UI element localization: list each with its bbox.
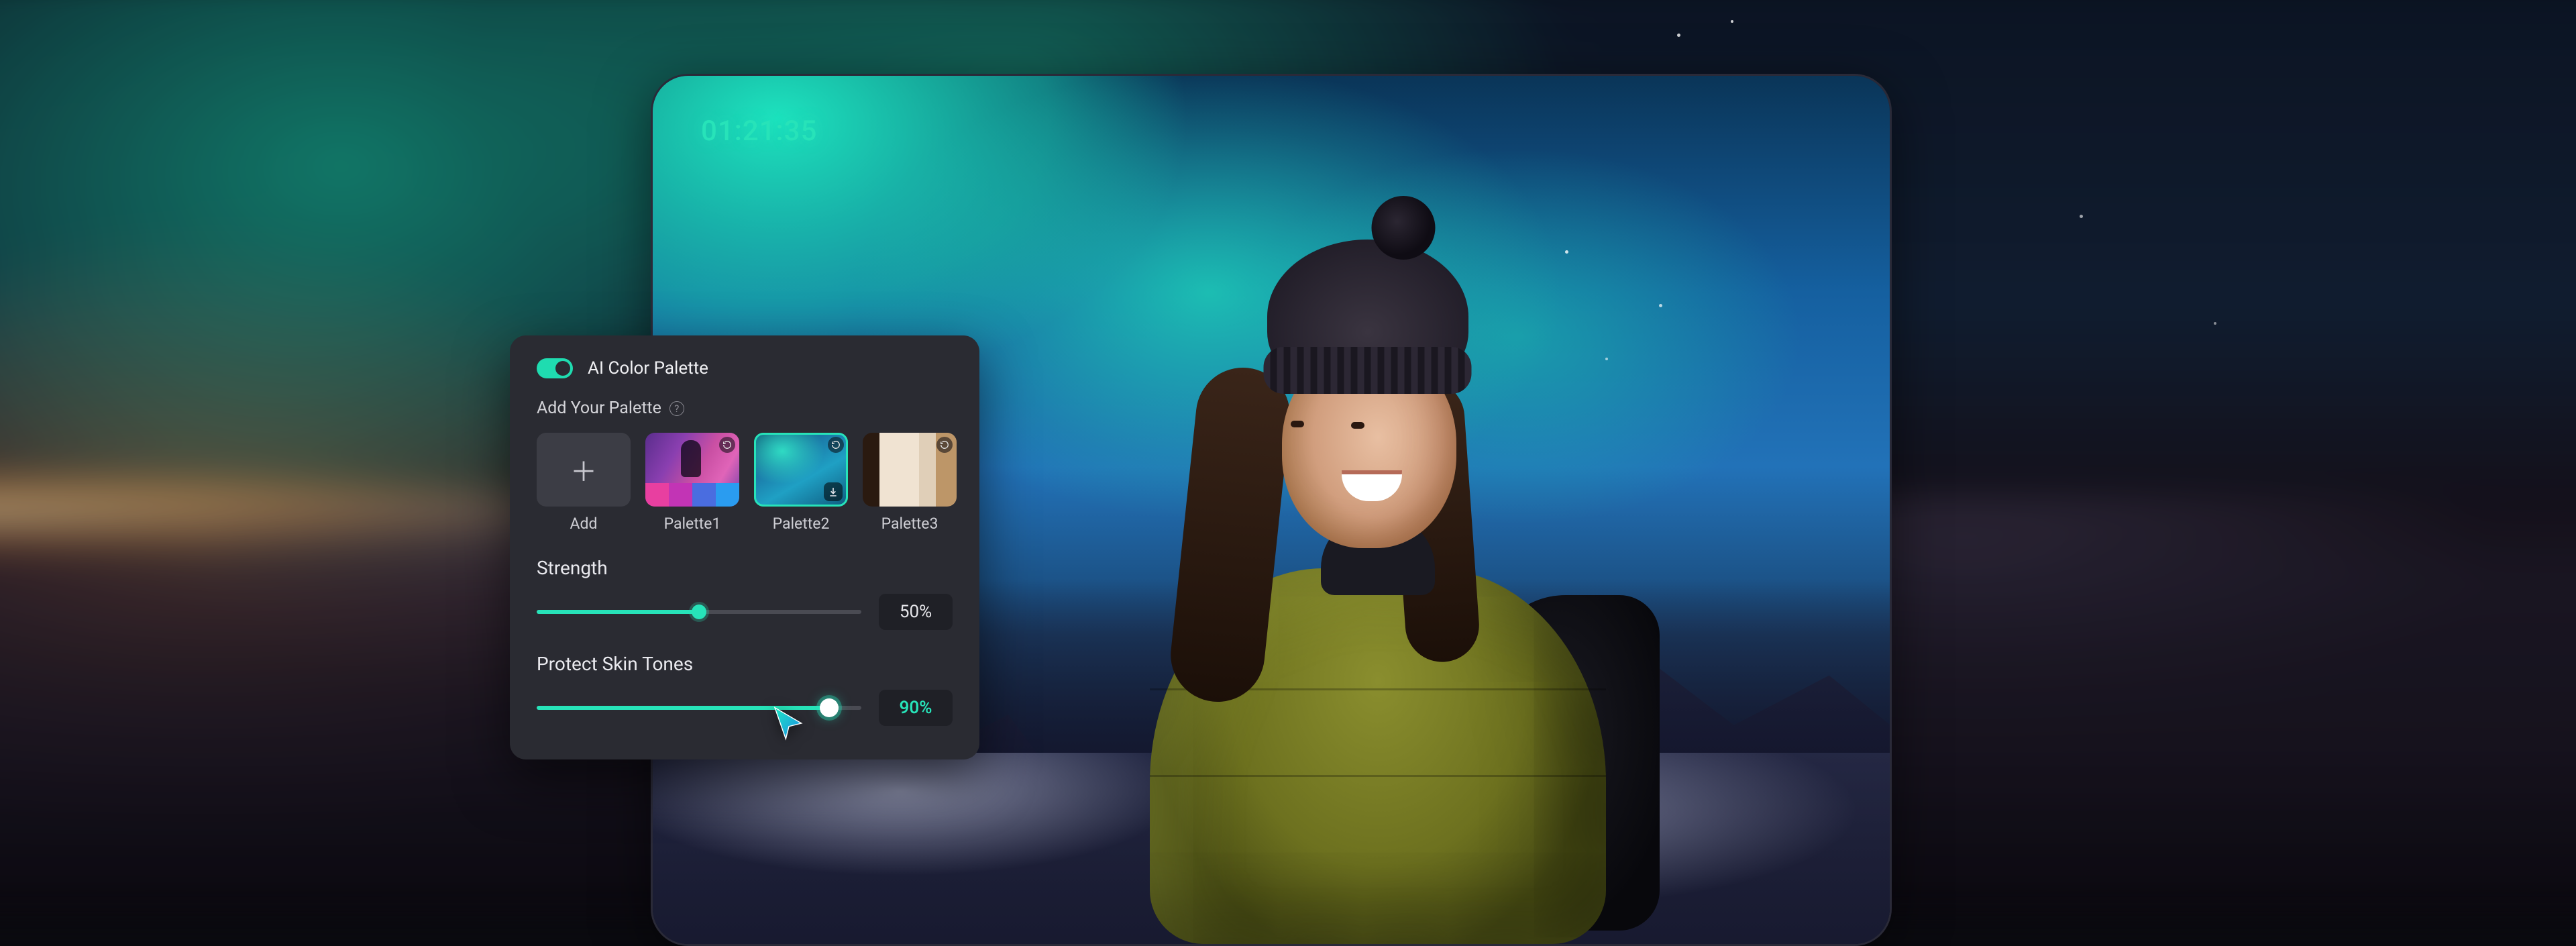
palette-row: ＋ Add Palette1 Palette2 — [537, 433, 953, 533]
palette-3-label: Palette3 — [881, 515, 938, 533]
star — [1605, 358, 1608, 360]
subject-person — [1123, 219, 1633, 944]
help-icon[interactable]: ? — [669, 401, 684, 416]
palette-card-2-selected[interactable]: Palette2 — [754, 433, 848, 533]
add-palette-button[interactable]: ＋ Add — [537, 433, 631, 533]
protect-skin-value[interactable]: 90% — [879, 690, 953, 726]
cursor-icon — [770, 704, 808, 742]
refresh-icon[interactable] — [936, 437, 953, 453]
refresh-icon[interactable] — [828, 437, 844, 453]
protect-skin-slider[interactable] — [537, 706, 861, 710]
star — [1731, 20, 1733, 23]
palette-1-label: Palette1 — [664, 515, 721, 533]
star — [1659, 304, 1662, 307]
panel-title: AI Color Palette — [588, 358, 708, 378]
add-palette-label: Add Your Palette — [537, 399, 661, 418]
ai-color-palette-toggle[interactable] — [537, 358, 573, 378]
strength-label: Strength — [537, 557, 953, 579]
palette-card-1[interactable]: Palette1 — [645, 433, 739, 533]
palette-2-label: Palette2 — [773, 515, 830, 533]
palette-card-3[interactable]: Palette3 — [863, 433, 957, 533]
star — [1565, 250, 1568, 254]
star — [2080, 215, 2083, 218]
timestamp: 01:21:35 — [701, 115, 817, 148]
refresh-icon[interactable] — [719, 437, 735, 453]
star — [1677, 34, 1680, 37]
protect-skin-label: Protect Skin Tones — [537, 653, 953, 675]
strength-slider[interactable] — [537, 610, 861, 614]
star — [2214, 322, 2216, 325]
add-label: Add — [570, 515, 598, 533]
strength-value[interactable]: 50% — [879, 594, 953, 630]
download-icon[interactable] — [824, 482, 843, 501]
plus-icon: ＋ — [570, 450, 597, 489]
ai-color-palette-panel: AI Color Palette Add Your Palette ? ＋ Ad… — [510, 335, 979, 759]
